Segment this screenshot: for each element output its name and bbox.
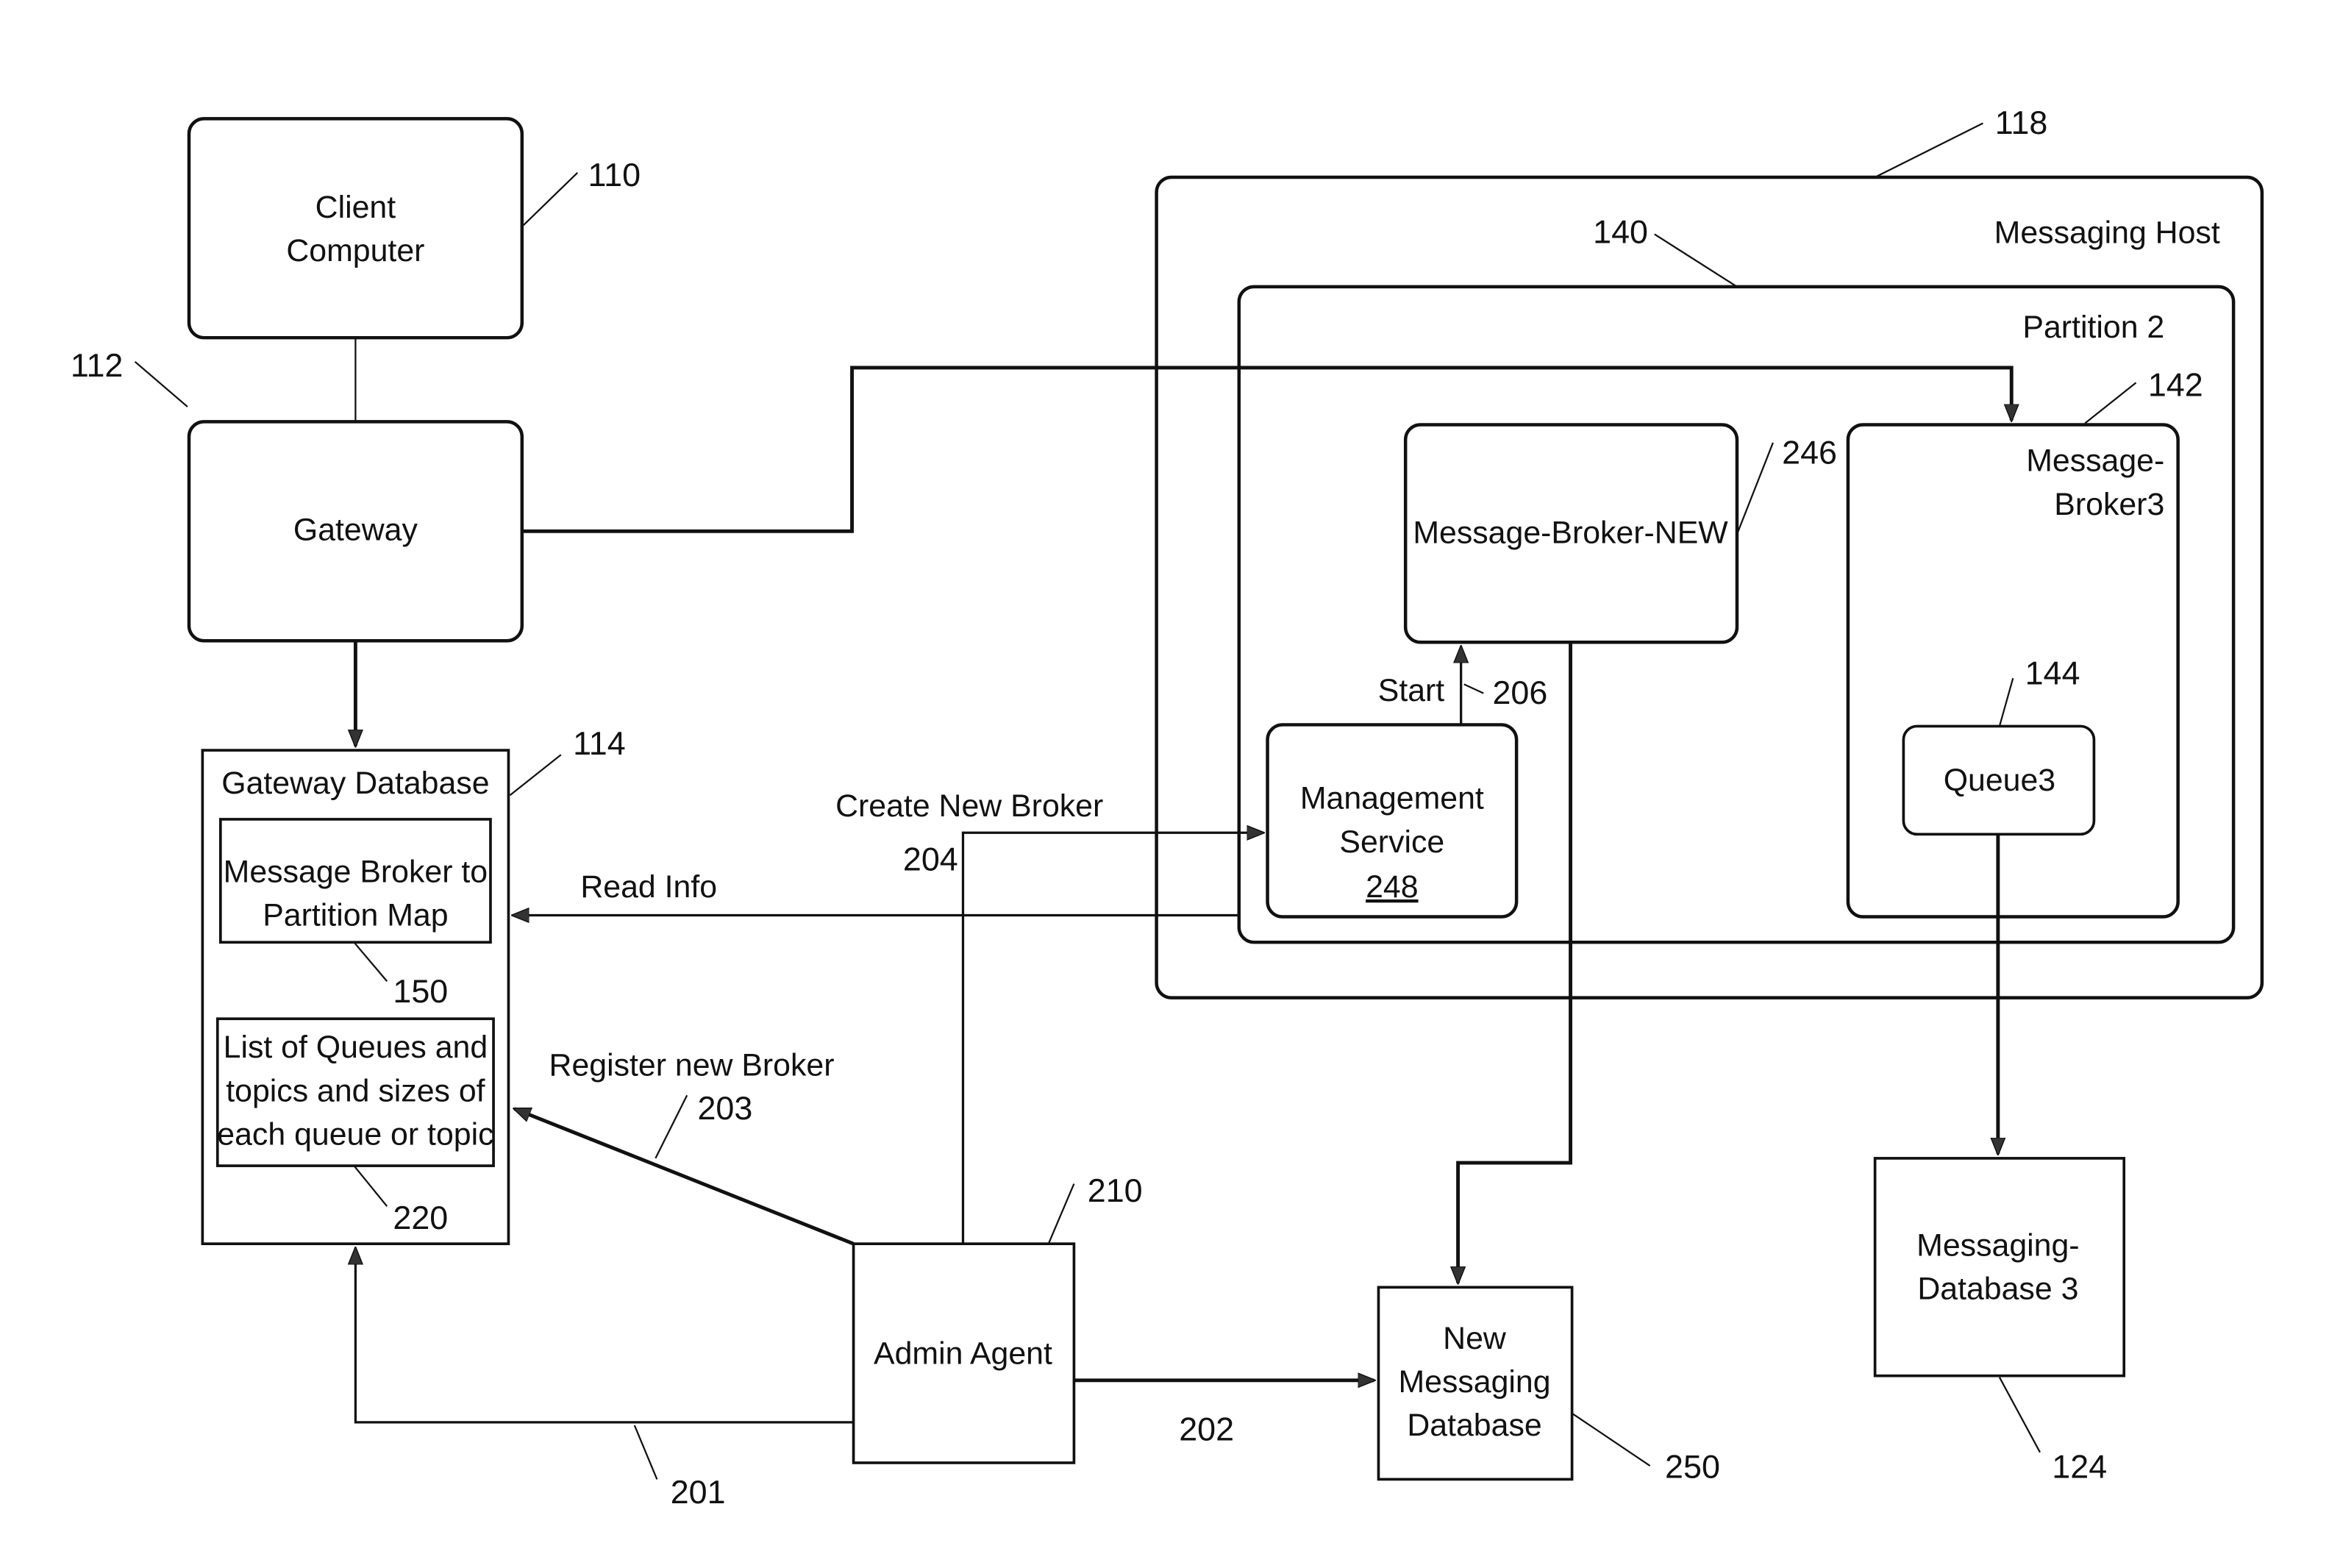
client-computer-label-line2: Computer: [286, 233, 424, 268]
message-broker3-label-line1: Message-: [2026, 443, 2164, 479]
ref-203: 203: [697, 1089, 752, 1127]
gateway[interactable]: Gateway 112: [71, 346, 524, 643]
ref-210: 210: [1088, 1172, 1143, 1209]
gateway-database[interactable]: Gateway Database 114 Message Broker to P…: [201, 724, 626, 1246]
management-service-line2: Service: [1339, 824, 1444, 860]
partition-map-line1: Message Broker to: [224, 855, 488, 890]
ref-114-leader: [509, 754, 562, 797]
partition-label: Partition 2: [2022, 310, 2164, 345]
client-computer-box[interactable]: [187, 117, 524, 340]
read-info-label: Read Info: [580, 869, 717, 905]
create-new-broker-label: Create New Broker: [835, 788, 1103, 824]
messaging-database-3-box[interactable]: [1873, 1157, 2126, 1378]
ref-201-leader: [633, 1425, 658, 1480]
client-computer[interactable]: Client Computer 110: [187, 117, 641, 340]
ref-202: 202: [1179, 1410, 1234, 1447]
ref-114: 114: [573, 724, 626, 762]
ref-110-leader: [523, 172, 579, 227]
ref-150: 150: [393, 972, 448, 1010]
admin-agent-label: Admin Agent: [874, 1336, 1052, 1371]
ref-124-leader: [1998, 1377, 2041, 1453]
ref-210-leader: [1047, 1183, 1075, 1244]
queues-topics-line1: List of Queues and: [224, 1030, 488, 1065]
partition-map-line2: Partition Map: [263, 898, 448, 933]
ref-110: 110: [588, 156, 641, 193]
ref-250-leader: [1571, 1412, 1651, 1467]
ref-112: 112: [71, 346, 124, 384]
queues-topics-line3: each queue or topic: [217, 1117, 493, 1152]
ref-201: 201: [671, 1473, 726, 1511]
new-messaging-database[interactable]: New Messaging Database 250: [1377, 1286, 1720, 1485]
messaging-database-3[interactable]: Messaging- Database 3 124: [1873, 1157, 2126, 1485]
management-service-number: 248: [1366, 869, 1418, 905]
ref-140: 140: [1593, 213, 1648, 251]
ref-142: 142: [2148, 366, 2203, 404]
messaging-database-3-line1: Messaging-: [1916, 1227, 2079, 1263]
ref-112-leader: [134, 360, 188, 407]
new-messaging-database-line2: Messaging: [1398, 1364, 1550, 1400]
register-new-broker-arrow: [515, 1107, 855, 1246]
management-service[interactable]: Management Service 248: [1266, 723, 1519, 919]
ref-124: 124: [2052, 1447, 2107, 1485]
client-computer-label-line1: Client: [315, 190, 396, 225]
register-new-broker-label: Register new Broker: [549, 1048, 835, 1083]
new-messaging-database-line1: New: [1443, 1321, 1507, 1356]
management-service-line1: Management: [1300, 781, 1484, 816]
ref-203-leader: [655, 1094, 688, 1159]
ref-220: 220: [393, 1199, 448, 1236]
ref-118: 118: [1995, 104, 2048, 141]
messaging-database-3-line2: Database 3: [1917, 1272, 2078, 1307]
ref-118-leader: [1875, 122, 1983, 178]
ref-206: 206: [1492, 674, 1547, 711]
admin-agent[interactable]: Admin Agent 210: [852, 1172, 1143, 1464]
admin-to-gateway-db-arrow: [355, 1248, 854, 1424]
ref-246: 246: [1782, 434, 1837, 471]
new-messaging-database-line3: Database: [1407, 1408, 1541, 1443]
start-label: Start: [1378, 673, 1445, 708]
messaging-host-label: Messaging Host: [1994, 215, 2220, 251]
system-diagram: Messaging Host 118 Partition 2 140 Clien…: [71, 104, 2264, 1511]
gateway-database-title: Gateway Database: [221, 766, 489, 801]
ref-144: 144: [2025, 654, 2080, 691]
queues-topics-line2: topics and sizes of: [226, 1073, 485, 1108]
queue3-label: Queue3: [1944, 763, 2055, 798]
gateway-label: Gateway: [293, 513, 418, 548]
ref-250: 250: [1665, 1447, 1720, 1485]
message-broker-new-label: Message-Broker-NEW: [1413, 516, 1728, 551]
ref-204: 204: [903, 840, 958, 877]
message-broker3-label-line2: Broker3: [2054, 487, 2164, 522]
